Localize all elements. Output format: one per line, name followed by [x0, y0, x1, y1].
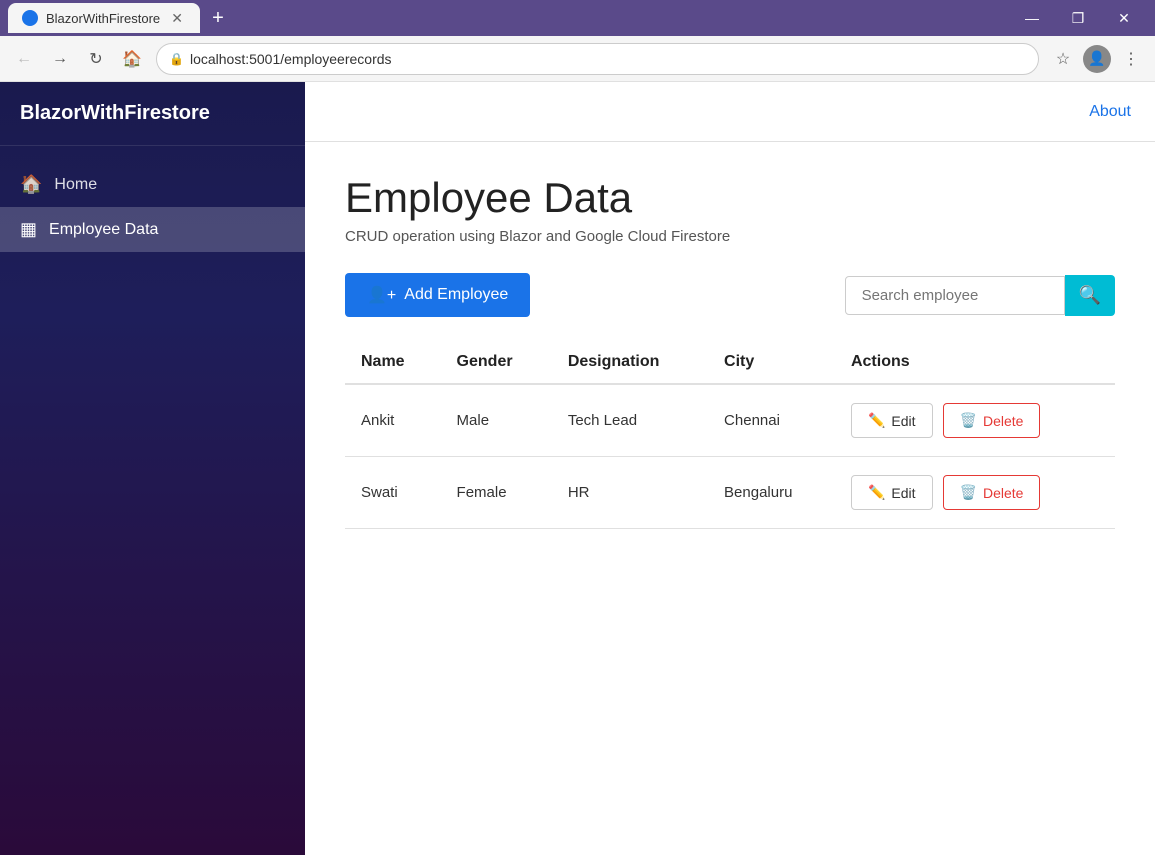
search-icon: 🔍 [1079, 285, 1101, 306]
sidebar-brand-text: BlazorWithFirestore [20, 102, 210, 124]
table-body: Ankit Male Tech Lead Chennai ✏️ Edit [345, 384, 1115, 529]
minimize-button[interactable]: — [1009, 0, 1055, 36]
address-input[interactable] [190, 51, 1026, 67]
action-buttons-2: ✏️ Edit 🗑️ Delete [851, 475, 1099, 510]
edit-label-1: Edit [891, 413, 915, 429]
col-name: Name [345, 341, 441, 384]
content-area: Employee Data CRUD operation using Blazo… [305, 142, 1155, 561]
table-row: Ankit Male Tech Lead Chennai ✏️ Edit [345, 384, 1115, 457]
refresh-button[interactable]: ↻ [80, 43, 112, 75]
new-tab-button[interactable]: + [204, 7, 232, 30]
employee-data-icon: ▦ [20, 219, 37, 240]
sidebar: BlazorWithFirestore 🏠 Home ▦ Employee Da… [0, 82, 305, 855]
trash-icon-2: 🗑️ [960, 484, 977, 501]
cell-actions-1: ✏️ Edit 🗑️ Delete [835, 384, 1115, 457]
top-nav: About [305, 82, 1155, 142]
edit-button-2[interactable]: ✏️ Edit [851, 475, 933, 510]
search-input[interactable] [845, 276, 1065, 315]
edit-label-2: Edit [891, 485, 915, 501]
delete-button-1[interactable]: 🗑️ Delete [943, 403, 1041, 438]
tab-favicon [22, 10, 38, 26]
sidebar-item-employee-label: Employee Data [49, 221, 158, 239]
sidebar-item-employee-data[interactable]: ▦ Employee Data [0, 207, 305, 252]
address-bar[interactable]: 🔒 [156, 43, 1039, 75]
cell-gender-2: Female [441, 457, 552, 529]
sidebar-brand: BlazorWithFirestore [0, 82, 305, 146]
main-content: About Employee Data CRUD operation using… [305, 82, 1155, 855]
page-subtitle: CRUD operation using Blazor and Google C… [345, 228, 1115, 245]
edit-icon-1: ✏️ [868, 412, 885, 429]
cell-gender-1: Male [441, 384, 552, 457]
sidebar-nav: 🏠 Home ▦ Employee Data [0, 146, 305, 268]
delete-label-2: Delete [983, 485, 1023, 501]
edit-button-1[interactable]: ✏️ Edit [851, 403, 933, 438]
sidebar-item-home[interactable]: 🏠 Home [0, 162, 305, 207]
cell-city-2: Bengaluru [708, 457, 835, 529]
toolbar: 👤+ Add Employee 🔍 [345, 273, 1115, 317]
cell-designation-2: HR [552, 457, 708, 529]
col-actions: Actions [835, 341, 1115, 384]
browser-titlebar: BlazorWithFirestore ✕ + — ❐ ✕ [0, 0, 1155, 36]
table-row: Swati Female HR Bengaluru ✏️ Edit [345, 457, 1115, 529]
browser-navbar: ← → ↻ 🏠 🔒 ☆ 👤 ⋮ [0, 36, 1155, 82]
table-header: Name Gender Designation City Actions [345, 341, 1115, 384]
edit-icon-2: ✏️ [868, 484, 885, 501]
home-nav-button[interactable]: 🏠 [116, 43, 148, 75]
lock-icon: 🔒 [169, 52, 184, 66]
employee-table: Name Gender Designation City Actions Ank… [345, 341, 1115, 529]
action-buttons-1: ✏️ Edit 🗑️ Delete [851, 403, 1099, 438]
cell-city-1: Chennai [708, 384, 835, 457]
browser-tab[interactable]: BlazorWithFirestore ✕ [8, 3, 200, 33]
maximize-button[interactable]: ❐ [1055, 0, 1101, 36]
col-city: City [708, 341, 835, 384]
close-button[interactable]: ✕ [1101, 0, 1147, 36]
cell-designation-1: Tech Lead [552, 384, 708, 457]
forward-button[interactable]: → [44, 43, 76, 75]
cell-name-1: Ankit [345, 384, 441, 457]
app-layout: BlazorWithFirestore 🏠 Home ▦ Employee Da… [0, 82, 1155, 855]
page-title: Employee Data [345, 174, 1115, 222]
cell-name-2: Swati [345, 457, 441, 529]
col-designation: Designation [552, 341, 708, 384]
col-gender: Gender [441, 341, 552, 384]
search-box: 🔍 [845, 275, 1115, 316]
window-controls: — ❐ ✕ [1009, 0, 1147, 36]
search-button[interactable]: 🔍 [1065, 275, 1115, 316]
delete-button-2[interactable]: 🗑️ Delete [943, 475, 1041, 510]
add-employee-button[interactable]: 👤+ Add Employee [345, 273, 530, 317]
trash-icon-1: 🗑️ [960, 412, 977, 429]
table-header-row: Name Gender Designation City Actions [345, 341, 1115, 384]
delete-label-1: Delete [983, 413, 1023, 429]
sidebar-item-home-label: Home [54, 176, 97, 194]
bookmark-button[interactable]: ☆ [1047, 43, 1079, 75]
browser-menu-button[interactable]: ⋮ [1115, 43, 1147, 75]
back-button[interactable]: ← [8, 43, 40, 75]
home-icon: 🏠 [20, 174, 42, 195]
add-employee-icon: 👤+ [367, 285, 396, 305]
tab-close-button[interactable]: ✕ [168, 9, 186, 27]
profile-avatar[interactable]: 👤 [1083, 45, 1111, 73]
cell-actions-2: ✏️ Edit 🗑️ Delete [835, 457, 1115, 529]
tab-title: BlazorWithFirestore [46, 11, 160, 26]
about-link[interactable]: About [1089, 103, 1131, 121]
add-employee-label: Add Employee [404, 286, 508, 304]
